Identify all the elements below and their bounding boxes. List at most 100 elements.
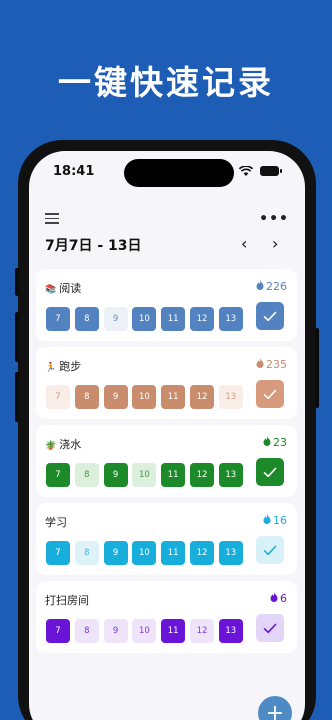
habit-name-label: 阅读 <box>59 282 82 295</box>
day-toggle-10[interactable]: 10 <box>132 619 157 643</box>
habit-emoji-icon: 🏃 <box>45 363 57 373</box>
next-week-button[interactable]: › <box>272 234 278 253</box>
day-toggle-11[interactable]: 11 <box>161 541 186 565</box>
day-toggle-13[interactable]: 13 <box>218 385 243 409</box>
day-toggle-8[interactable]: 8 <box>74 619 99 643</box>
flame-icon <box>263 514 271 524</box>
day-toggle-7[interactable]: 7 <box>46 307 70 331</box>
day-toggle-11[interactable]: 11 <box>161 385 186 409</box>
habit-card[interactable]: 📚 阅读 226 7 8 9 10 11 12 13 <box>36 269 297 341</box>
more-icon[interactable]: ••• <box>259 211 289 227</box>
streak-count-value: 6 <box>280 592 287 605</box>
habit-name: 🏃 跑步 <box>45 358 81 374</box>
day-toggle-12[interactable]: 12 <box>189 463 214 487</box>
mute-switch <box>15 268 19 296</box>
menu-icon[interactable] <box>45 213 59 224</box>
day-toggle-8[interactable]: 8 <box>74 463 99 487</box>
check-in-button[interactable] <box>256 458 284 486</box>
day-toggle-13[interactable]: 13 <box>218 463 243 487</box>
day-toggle-11[interactable]: 11 <box>161 619 186 643</box>
streak-count: 235 <box>256 358 287 371</box>
wifi-icon <box>239 166 253 176</box>
day-toggle-10[interactable]: 10 <box>132 385 157 409</box>
habit-name: 📚 阅读 <box>45 280 81 296</box>
day-toggle-7[interactable]: 7 <box>46 463 70 487</box>
hero-title: 一键快速记录 <box>58 63 274 102</box>
day-toggle-8[interactable]: 8 <box>74 307 99 331</box>
week-day-row: 7 8 9 10 11 12 13 <box>46 385 248 409</box>
day-toggle-13[interactable]: 13 <box>218 541 243 565</box>
day-toggle-10[interactable]: 10 <box>132 463 157 487</box>
streak-count-value: 226 <box>266 280 287 293</box>
streak-count: 23 <box>263 436 287 449</box>
day-toggle-12[interactable]: 12 <box>189 541 214 565</box>
flame-icon <box>256 280 264 290</box>
day-toggle-12[interactable]: 12 <box>189 619 214 643</box>
day-toggle-9[interactable]: 9 <box>103 463 128 487</box>
habit-name: 打扫房间 <box>45 592 89 608</box>
dynamic-island <box>124 159 234 187</box>
week-day-row: 7 8 9 10 11 12 13 <box>46 619 248 643</box>
add-habit-button[interactable]: + <box>258 696 292 720</box>
day-toggle-13[interactable]: 13 <box>218 307 243 331</box>
flame-icon <box>256 358 264 368</box>
checkmark-icon <box>263 467 277 477</box>
streak-count-value: 23 <box>273 436 287 449</box>
habit-emoji-icon: 📚 <box>45 285 57 295</box>
day-toggle-8[interactable]: 8 <box>74 541 99 565</box>
habit-card[interactable]: 🪴 浇水 23 7 8 9 10 11 12 13 <box>36 425 297 497</box>
check-in-button[interactable] <box>256 302 284 330</box>
streak-count: 6 <box>270 592 287 605</box>
app-screen: 18:41 ••• 7月7日 - 13日 ‹ › 📚 阅读 226 7 8 9 10 11 12… <box>29 151 305 720</box>
checkmark-icon <box>263 545 277 555</box>
day-toggle-11[interactable]: 11 <box>161 463 186 487</box>
day-toggle-13[interactable]: 13 <box>218 619 243 643</box>
check-in-button[interactable] <box>256 614 284 642</box>
day-toggle-9[interactable]: 9 <box>103 307 128 331</box>
checkmark-icon <box>263 311 277 321</box>
phone-frame: 18:41 ••• 7月7日 - 13日 ‹ › 📚 阅读 226 7 8 9 10 11 12… <box>15 140 319 720</box>
week-day-row: 7 8 9 10 11 12 13 <box>46 541 248 565</box>
day-toggle-9[interactable]: 9 <box>103 619 128 643</box>
volume-down-button <box>15 372 19 422</box>
day-toggle-7[interactable]: 7 <box>46 541 70 565</box>
flame-icon <box>270 592 278 602</box>
prev-week-button[interactable]: ‹ <box>241 234 247 253</box>
day-toggle-12[interactable]: 12 <box>189 385 214 409</box>
power-button <box>315 328 319 408</box>
day-toggle-11[interactable]: 11 <box>161 307 186 331</box>
checkmark-icon <box>263 389 277 399</box>
top-bar: ••• <box>29 207 305 231</box>
habit-card[interactable]: 打扫房间 6 7 8 9 10 11 12 13 <box>36 581 297 653</box>
streak-count: 16 <box>263 514 287 527</box>
habit-card[interactable]: 学习 16 7 8 9 10 11 12 13 <box>36 503 297 575</box>
day-toggle-9[interactable]: 9 <box>103 541 128 565</box>
flame-icon <box>263 436 271 446</box>
week-day-row: 7 8 9 10 11 12 13 <box>46 463 248 487</box>
day-toggle-10[interactable]: 10 <box>132 541 157 565</box>
streak-count-value: 235 <box>266 358 287 371</box>
day-toggle-8[interactable]: 8 <box>74 385 99 409</box>
habit-name: 🪴 浇水 <box>45 436 81 452</box>
checkmark-icon <box>263 623 277 633</box>
day-toggle-12[interactable]: 12 <box>189 307 214 331</box>
week-range-title: 7月7日 - 13日 <box>45 238 142 254</box>
habit-name-label: 打扫房间 <box>45 594 89 607</box>
day-toggle-10[interactable]: 10 <box>132 307 157 331</box>
day-toggle-9[interactable]: 9 <box>103 385 128 409</box>
check-in-button[interactable] <box>256 536 284 564</box>
check-in-button[interactable] <box>256 380 284 408</box>
habit-name: 学习 <box>45 514 67 530</box>
volume-up-button <box>15 312 19 362</box>
day-toggle-7[interactable]: 7 <box>46 385 70 409</box>
habit-name-label: 跑步 <box>59 360 82 373</box>
status-bar: 18:41 <box>29 151 305 195</box>
battery-icon <box>260 166 282 176</box>
habit-emoji-icon: 🪴 <box>45 441 57 451</box>
week-day-row: 7 8 9 10 11 12 13 <box>46 307 248 331</box>
streak-count: 226 <box>256 280 287 293</box>
day-toggle-7[interactable]: 7 <box>46 619 70 643</box>
habit-name-label: 浇水 <box>59 438 82 451</box>
status-time: 18:41 <box>53 164 95 179</box>
habit-card[interactable]: 🏃 跑步 235 7 8 9 10 11 12 13 <box>36 347 297 419</box>
